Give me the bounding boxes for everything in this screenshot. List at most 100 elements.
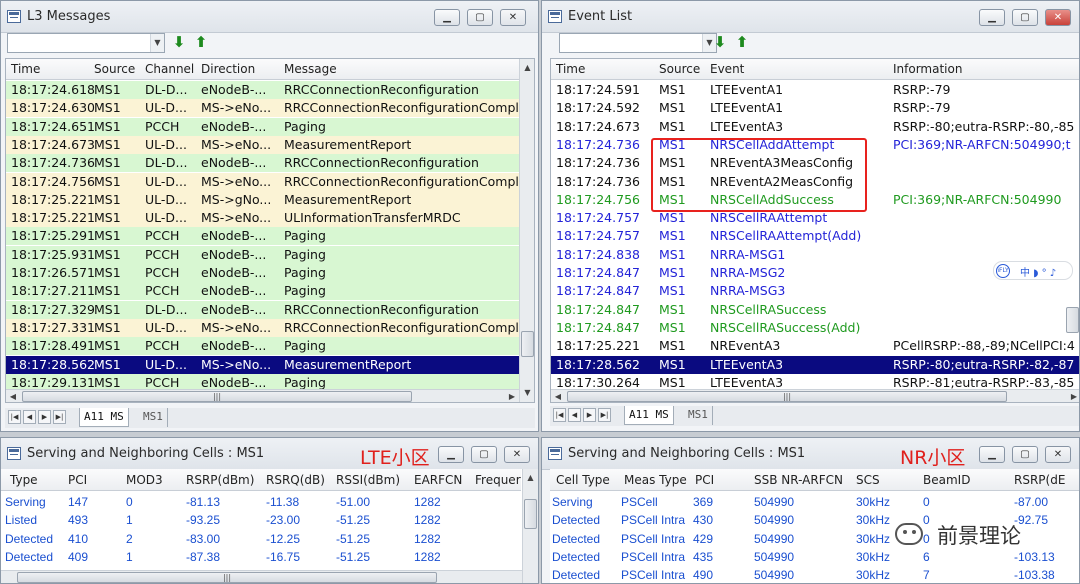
col-header-time[interactable]: Time xyxy=(556,62,585,76)
tab-ms1[interactable]: MS1 xyxy=(684,406,713,425)
nr-titlebar[interactable]: Serving and Neighboring Cells : MS1 NR小区… xyxy=(542,438,1079,470)
col-header-event[interactable]: Event xyxy=(710,62,744,76)
table-row[interactable]: 18:17:24.736 MS1 DL-D... eNodeB-... RRCConne… xyxy=(6,154,519,173)
table-row[interactable]: 18:17:24.847 MS1 NRSCellRASuccess xyxy=(551,300,1079,319)
scroll-right-icon[interactable]: ▶ xyxy=(1067,390,1079,402)
col-header[interactable]: Frequer xyxy=(475,473,521,487)
ifly-logo[interactable]: iFLY xyxy=(996,264,1010,278)
maximize-icon[interactable]: ▢ xyxy=(467,9,493,26)
arrow-down-icon[interactable]: ⬇ xyxy=(171,34,187,51)
l3-titlebar[interactable]: L3 Messages ▁ ▢ ✕ xyxy=(1,1,538,33)
table-row[interactable]: 18:17:26.571 MS1 PCCH eNodeB-... Paging xyxy=(6,264,519,282)
prev-tab-icon[interactable]: ◀ xyxy=(568,408,581,422)
col-header-message[interactable]: Message xyxy=(284,62,337,76)
table-row[interactable]: Detected 409 1 -87.38 -16.75 -51.25 1282 xyxy=(1,548,521,566)
table-row[interactable]: 18:17:28.491 MS1 PCCH eNodeB-... Paging xyxy=(6,337,519,356)
scroll-left-icon[interactable]: ◀ xyxy=(6,390,20,402)
table-row[interactable]: 18:17:25.291 MS1 PCCH eNodeB-... Paging xyxy=(6,227,519,246)
ime-toolbar[interactable]: iFLY 中 ◗ ° ♪ xyxy=(993,261,1073,280)
table-row[interactable]: Detected 410 2 -83.00 -12.25 -51.25 1282 xyxy=(1,530,521,548)
scroll-up-icon[interactable]: ▲ xyxy=(520,60,534,76)
table-row[interactable]: 18:17:24.651 MS1 PCCH eNodeB-... Paging xyxy=(6,117,519,136)
scroll-thumb[interactable] xyxy=(524,499,537,529)
table-row[interactable]: 18:17:25.931 MS1 PCCH eNodeB-... Paging xyxy=(6,245,519,264)
lte-horizontal-scrollbar[interactable]: ||| xyxy=(1,570,522,583)
scroll-thumb[interactable]: ||| xyxy=(567,391,1007,402)
event-vertical-scrollbar[interactable] xyxy=(1065,295,1079,375)
col-header[interactable]: SCS xyxy=(856,473,880,487)
arrow-up-icon[interactable]: ⬆ xyxy=(734,34,750,51)
scroll-up-icon[interactable]: ▲ xyxy=(523,470,538,486)
event-filter-combo[interactable]: ▼ xyxy=(559,33,717,53)
col-header[interactable]: EARFCN xyxy=(414,473,462,487)
table-row[interactable]: 18:17:28.562 MS1 LTEEventA3 RSRP:-80;eutra-… xyxy=(551,355,1079,374)
maximize-icon[interactable]: ▢ xyxy=(1012,9,1038,26)
col-header-direction[interactable]: Direction xyxy=(201,62,255,76)
arrow-down-icon[interactable]: ⬇ xyxy=(712,34,728,51)
table-row[interactable]: 18:17:24.757 MS1 NRSCellRAAttempt(Add) xyxy=(551,227,1079,246)
col-header-information[interactable]: Information xyxy=(893,62,962,76)
table-row[interactable]: 18:17:24.756 MS1 UL-D... MS->eNo... RRCConne… xyxy=(6,172,519,191)
col-header[interactable]: RSRP(dE xyxy=(1014,473,1065,487)
col-header[interactable]: RSRQ(dB) xyxy=(266,473,325,487)
scroll-thumb[interactable]: ||| xyxy=(17,572,437,583)
col-header[interactable]: SSB NR-ARFCN xyxy=(754,473,843,487)
table-row[interactable]: 18:17:24.618 MS1 DL-D... eNodeB-... RRCConne… xyxy=(6,81,519,99)
minimize-icon[interactable]: ▁ xyxy=(979,446,1005,463)
lte-titlebar[interactable]: Serving and Neighboring Cells : MS1 LTE小… xyxy=(1,438,538,470)
close-icon[interactable]: ✕ xyxy=(500,9,526,26)
table-row[interactable]: 18:17:25.221 MS1 NREventA3 PCellRSRP:-88,-8… xyxy=(551,337,1079,356)
prev-tab-icon[interactable]: ◀ xyxy=(23,410,36,424)
scroll-left-icon[interactable]: ◀ xyxy=(551,390,565,402)
col-header-channel[interactable]: Channel xyxy=(145,62,194,76)
tab-ms1[interactable]: MS1 xyxy=(139,408,168,427)
table-row[interactable]: 18:17:24.847 MS1 NRRA-MSG3 xyxy=(551,282,1079,301)
l3-vertical-scrollbar[interactable]: ▲ ▼ xyxy=(519,59,534,402)
col-header[interactable]: Cell Type xyxy=(556,473,610,487)
col-header-source[interactable]: Source xyxy=(94,62,135,76)
scroll-thumb[interactable] xyxy=(521,331,534,357)
col-header[interactable]: MOD3 xyxy=(126,473,163,487)
tab-all-ms[interactable]: A11 MS xyxy=(79,408,129,427)
table-row[interactable]: 18:17:24.630 MS1 UL-D... MS->eNo... RRCConne… xyxy=(6,99,519,118)
last-tab-icon[interactable]: ▶| xyxy=(598,408,611,422)
table-row[interactable]: Detected PSCell Intra 435 504990 30kHz 6 -103.… xyxy=(550,548,1079,566)
tab-all-ms[interactable]: A11 MS xyxy=(624,406,674,425)
scroll-down-icon[interactable]: ▼ xyxy=(520,385,534,401)
chevron-down-icon[interactable]: ▼ xyxy=(150,34,164,52)
table-row[interactable]: 18:17:24.673 MS1 UL-D... MS->eNo... Measurem… xyxy=(6,135,519,154)
minimize-icon[interactable]: ▁ xyxy=(438,446,464,463)
table-row[interactable]: Listed 493 1 -93.25 -23.00 -51.25 1282 xyxy=(1,511,521,529)
col-header[interactable]: BeamID xyxy=(923,473,970,487)
col-header[interactable]: Type xyxy=(10,473,38,487)
ime-status-icons[interactable]: 中 ◗ ° ♪ xyxy=(1020,264,1056,279)
col-header-time[interactable]: Time xyxy=(11,62,40,76)
table-row[interactable]: 18:17:27.329 MS1 DL-D... eNodeB-... RRCConne… xyxy=(6,300,519,319)
table-row[interactable]: 18:17:24.592 MS1 LTEEventA1 RSRP:-79 xyxy=(551,99,1079,118)
minimize-icon[interactable]: ▁ xyxy=(434,9,460,26)
l3-filter-combo[interactable]: ▼ xyxy=(7,33,165,53)
close-icon[interactable]: ✕ xyxy=(504,446,530,463)
col-header[interactable]: PCI xyxy=(695,473,714,487)
close-icon[interactable]: ✕ xyxy=(1045,446,1071,463)
event-horizontal-scrollbar[interactable]: ◀ ||| ▶ xyxy=(551,389,1079,402)
next-tab-icon[interactable]: ▶ xyxy=(38,410,51,424)
first-tab-icon[interactable]: |◀ xyxy=(553,408,566,422)
close-icon[interactable]: ✕ xyxy=(1045,9,1071,26)
first-tab-icon[interactable]: |◀ xyxy=(8,410,21,424)
table-row[interactable]: 18:17:27.211 MS1 PCCH eNodeB-... Paging xyxy=(6,282,519,301)
table-row[interactable]: 18:17:24.847 MS1 NRSCellRASuccess(Add) xyxy=(551,318,1079,337)
col-header[interactable]: PCI xyxy=(68,473,87,487)
table-row[interactable]: Serving 147 0 -81.13 -11.38 -51.00 1282 xyxy=(1,493,521,511)
col-header[interactable]: Meas Type xyxy=(624,473,687,487)
table-row[interactable]: Serving PSCell 369 504990 30kHz 0 -87.00 xyxy=(550,493,1079,511)
table-row[interactable]: 18:17:25.221 MS1 UL-D... MS->eNo... ULInform… xyxy=(6,209,519,228)
table-row[interactable]: 18:17:25.221 MS1 UL-D... MS->gNo... Measurem… xyxy=(6,190,519,209)
maximize-icon[interactable]: ▢ xyxy=(1012,446,1038,463)
col-header[interactable]: RSSI(dBm) xyxy=(336,473,400,487)
col-header[interactable]: RSRP(dBm) xyxy=(186,473,254,487)
next-tab-icon[interactable]: ▶ xyxy=(583,408,596,422)
scroll-thumb[interactable] xyxy=(1066,307,1079,333)
table-row[interactable]: Detected PSCell Intra 490 504990 30kHz 7 -103.… xyxy=(550,566,1079,583)
table-row[interactable]: 18:17:24.591 MS1 LTEEventA1 RSRP:-79 xyxy=(551,81,1079,99)
